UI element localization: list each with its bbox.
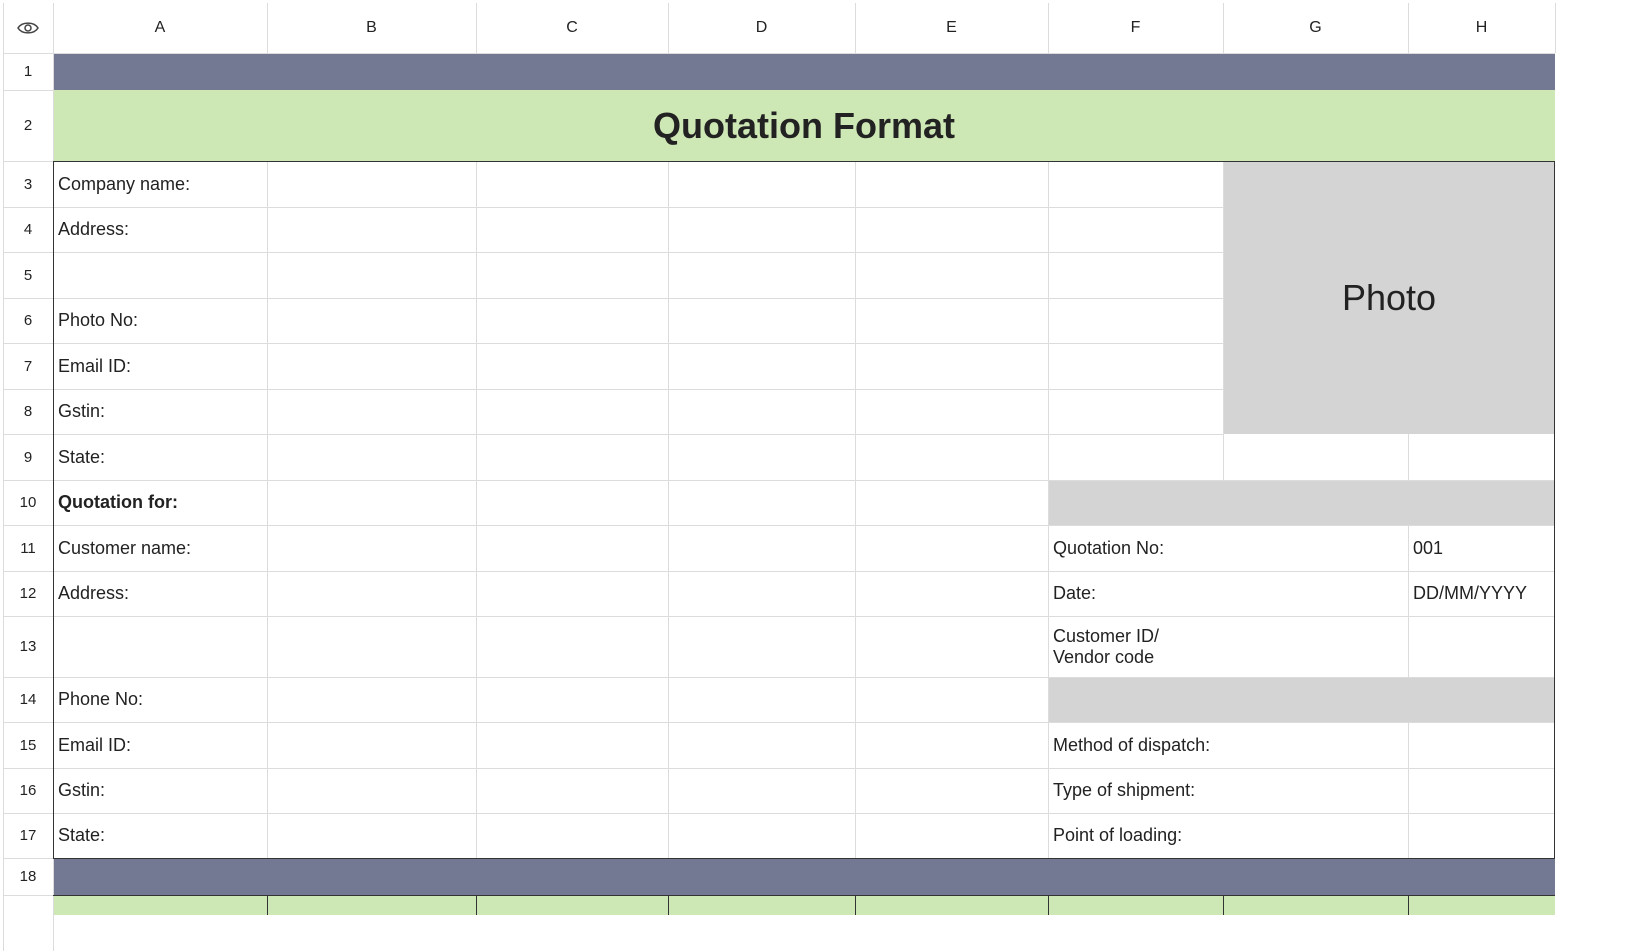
gridline-horizontal xyxy=(3,813,53,814)
gridline-vertical xyxy=(3,3,4,951)
gridline-vertical xyxy=(476,3,477,53)
gridline-horizontal xyxy=(3,298,53,299)
company-address-label: Address: xyxy=(58,219,130,239)
customer-id-label: Customer ID/ Vendor code xyxy=(1053,616,1159,677)
customer-id-line-1: Customer ID/ xyxy=(1053,625,1160,646)
gridline-horizontal xyxy=(3,571,53,572)
company-gstin-label: Gstin: xyxy=(58,401,106,421)
quotation-no-label: Quotation No: xyxy=(1053,537,1165,558)
gridline-horizontal xyxy=(3,161,53,162)
gridline-horizontal xyxy=(3,616,53,617)
footer-band-row-18[interactable] xyxy=(53,858,1555,895)
gridline-horizontal xyxy=(3,343,53,344)
spreadsheet-grid: A B C D E F G H 1 2 3 4 5 6 7 8 9 10 11 … xyxy=(3,3,1639,951)
column-header-d[interactable]: D xyxy=(668,3,855,53)
gridline-horizontal xyxy=(3,768,53,769)
page-title: Quotation Format xyxy=(653,104,955,146)
method-of-dispatch-label: Method of dispatch: xyxy=(1053,734,1211,755)
date-label: Date: xyxy=(1053,583,1097,603)
customer-email-label: Email ID: xyxy=(58,734,132,755)
column-header-b[interactable]: B xyxy=(267,3,476,53)
gridline-horizontal xyxy=(3,677,53,678)
header-band-row-1[interactable] xyxy=(53,53,1555,90)
row-header-14[interactable]: 14 xyxy=(3,677,53,722)
row-header-12[interactable]: 12 xyxy=(3,571,53,616)
row-header-10[interactable]: 10 xyxy=(3,480,53,525)
row-header-9[interactable]: 9 xyxy=(3,434,53,480)
point-of-loading-label: Point of loading: xyxy=(1053,825,1183,845)
photo-label: Photo xyxy=(1341,276,1437,318)
type-of-shipment-label: Type of shipment: xyxy=(1053,780,1196,800)
customer-id-line-2: Vendor code xyxy=(1053,646,1155,667)
row-header-16[interactable]: 16 xyxy=(3,768,53,813)
gridline-horizontal xyxy=(3,389,53,390)
select-all-corner[interactable] xyxy=(3,3,53,53)
eye-icon[interactable] xyxy=(17,21,39,35)
company-state-label: State: xyxy=(58,446,106,467)
row-19-separators xyxy=(3,895,1603,915)
gridline-horizontal xyxy=(3,722,53,723)
customer-gstin-label: Gstin: xyxy=(58,780,106,800)
customer-state-label: State: xyxy=(58,825,106,845)
gridline-horizontal xyxy=(3,252,53,253)
gridline-horizontal xyxy=(3,525,53,526)
company-name-label: Company name: xyxy=(58,173,191,194)
row-header-5[interactable]: 5 xyxy=(3,252,53,298)
customer-phone-label: Phone No: xyxy=(58,689,144,709)
gridline-horizontal xyxy=(3,858,53,859)
gridline-horizontal xyxy=(3,434,53,435)
column-header-a[interactable]: A xyxy=(53,3,267,53)
row-header-13[interactable]: 13 xyxy=(3,616,53,677)
row-header-2[interactable]: 2 xyxy=(3,90,53,161)
column-header-e[interactable]: E xyxy=(855,3,1048,53)
row-header-15[interactable]: 15 xyxy=(3,722,53,768)
row-header-1[interactable]: 1 xyxy=(3,53,53,90)
row-header-18[interactable]: 18 xyxy=(3,858,53,895)
column-header-g[interactable]: G xyxy=(1223,3,1408,53)
gridline-horizontal xyxy=(3,53,1555,54)
gridline-vertical xyxy=(1555,3,1556,53)
gridline-vertical xyxy=(1223,3,1224,53)
row-header-3[interactable]: 3 xyxy=(3,161,53,207)
gridline-horizontal xyxy=(3,207,53,208)
gridline-horizontal xyxy=(3,480,53,481)
gridline-vertical xyxy=(267,3,268,53)
row-header-11[interactable]: 11 xyxy=(3,525,53,571)
column-header-h[interactable]: H xyxy=(1408,3,1555,53)
row-header-17[interactable]: 17 xyxy=(3,813,53,858)
row-header-4[interactable]: 4 xyxy=(3,207,53,252)
quotation-for-heading: Quotation for: xyxy=(58,492,178,512)
gridline-vertical xyxy=(1048,3,1049,53)
gridline-vertical xyxy=(1408,3,1409,53)
customer-address-label: Address: xyxy=(58,583,130,603)
column-header-f[interactable]: F xyxy=(1048,3,1223,53)
gridline-horizontal xyxy=(3,90,53,91)
column-header-c[interactable]: C xyxy=(476,3,668,53)
quotation-no-value[interactable]: 001 xyxy=(1413,525,1443,571)
row-header-8[interactable]: 8 xyxy=(3,389,53,434)
row-header-6[interactable]: 6 xyxy=(3,298,53,343)
date-value[interactable]: DD/MM/YYYY xyxy=(1413,571,1527,616)
gridline-vertical xyxy=(855,3,856,53)
gridline-vertical xyxy=(668,3,669,53)
row-header-7[interactable]: 7 xyxy=(3,343,53,389)
customer-name-label: Customer name: xyxy=(58,537,192,558)
company-email-label: Email ID: xyxy=(58,355,132,376)
photo-no-label: Photo No: xyxy=(58,310,139,330)
